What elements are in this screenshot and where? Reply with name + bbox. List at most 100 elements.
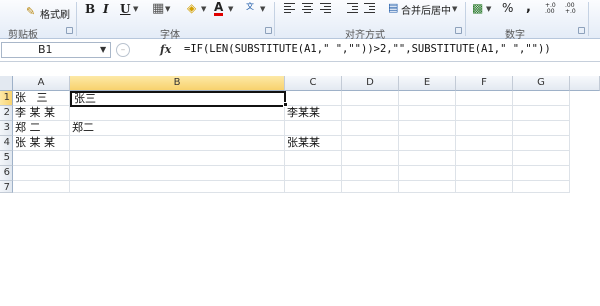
align-right-icon[interactable]: [320, 3, 331, 13]
alignment-launcher-icon[interactable]: [455, 27, 462, 34]
cell-empty[interactable]: [13, 151, 70, 166]
increase-indent-icon[interactable]: [364, 3, 375, 13]
column-header-e[interactable]: E: [399, 76, 456, 91]
fill-color-dropdown-icon[interactable]: ▼: [201, 5, 206, 13]
cell-empty[interactable]: [285, 181, 342, 193]
underline-button[interactable]: U: [120, 2, 130, 16]
cell-empty[interactable]: [13, 181, 70, 193]
cell-empty[interactable]: [342, 181, 399, 193]
format-painter-icon[interactable]: ✎: [26, 5, 35, 18]
align-left-icon[interactable]: [284, 3, 295, 13]
cell-a3[interactable]: 郑 二: [13, 121, 70, 136]
cell-empty[interactable]: [456, 151, 513, 166]
percent-button[interactable]: %: [502, 1, 513, 15]
cell-empty[interactable]: [399, 106, 456, 121]
select-all-corner[interactable]: [0, 76, 13, 91]
insert-function-button[interactable]: fx: [160, 43, 171, 56]
cell-empty[interactable]: [456, 91, 513, 106]
column-header-b[interactable]: B: [70, 76, 285, 91]
borders-dropdown-icon[interactable]: ▼: [165, 5, 170, 13]
phonetic-dropdown-icon[interactable]: ▼: [260, 5, 265, 13]
cell-empty[interactable]: [342, 121, 399, 136]
name-box-dropdown-icon[interactable]: ▼: [100, 45, 106, 54]
row-header-6[interactable]: 6: [0, 166, 13, 181]
cell-c2[interactable]: 李某某: [285, 106, 342, 121]
cell-empty[interactable]: [342, 166, 399, 181]
row-header-1[interactable]: 1: [0, 91, 13, 106]
cell-empty[interactable]: [399, 166, 456, 181]
cell-empty[interactable]: [513, 136, 570, 151]
column-header-d[interactable]: D: [342, 76, 399, 91]
column-header-c[interactable]: C: [285, 76, 342, 91]
cell-empty[interactable]: [285, 151, 342, 166]
cell-empty[interactable]: [456, 136, 513, 151]
cell-empty[interactable]: [513, 181, 570, 193]
cell-empty[interactable]: [399, 121, 456, 136]
bold-button[interactable]: B: [85, 2, 95, 16]
cell-empty[interactable]: [513, 151, 570, 166]
cell-empty[interactable]: [342, 136, 399, 151]
cell-b4[interactable]: [70, 136, 285, 151]
cell-empty[interactable]: [456, 166, 513, 181]
fill-handle[interactable]: [283, 102, 288, 107]
fill-color-icon[interactable]: ◈: [187, 1, 196, 15]
decrease-indent-icon[interactable]: [347, 3, 358, 13]
column-header-a[interactable]: A: [13, 76, 70, 91]
column-header-f[interactable]: F: [456, 76, 513, 91]
formula-bar-options-icon[interactable]: –: [116, 43, 130, 57]
clipboard-launcher-icon[interactable]: [66, 27, 73, 34]
cell-empty[interactable]: [399, 181, 456, 193]
cell-empty[interactable]: [285, 166, 342, 181]
cell-a1[interactable]: 张 三: [13, 91, 70, 106]
cell-empty[interactable]: [342, 106, 399, 121]
align-center-icon[interactable]: [302, 3, 313, 13]
cell-empty[interactable]: [399, 91, 456, 106]
format-painter-button[interactable]: 格式刷: [40, 6, 70, 21]
cell-empty[interactable]: [342, 151, 399, 166]
name-box[interactable]: B1: [1, 42, 111, 58]
cell-b3[interactable]: 郑二: [70, 121, 285, 136]
cell-empty[interactable]: [456, 121, 513, 136]
cell-c1[interactable]: [286, 91, 342, 106]
cell-empty[interactable]: [513, 106, 570, 121]
number-launcher-icon[interactable]: [578, 27, 585, 34]
italic-button[interactable]: I: [103, 2, 109, 16]
cell-c4[interactable]: 张某某: [285, 136, 342, 151]
borders-icon[interactable]: ▦: [152, 1, 164, 16]
cell-empty[interactable]: [70, 181, 285, 193]
cell-empty[interactable]: [399, 136, 456, 151]
formula-input[interactable]: =IF(LEN(SUBSTITUTE(A1," ",""))>2,"",SUBS…: [184, 43, 551, 55]
cell-empty[interactable]: [513, 91, 570, 106]
increase-decimal-button[interactable]: +.0 .00: [545, 3, 561, 15]
font-launcher-icon[interactable]: [265, 27, 272, 34]
cell-a4[interactable]: 张 某 某: [13, 136, 70, 151]
cell-empty[interactable]: [342, 91, 399, 106]
merge-center-button[interactable]: 合并后居中: [401, 2, 451, 17]
column-header-g[interactable]: G: [513, 76, 570, 91]
row-header-4[interactable]: 4: [0, 136, 13, 151]
phonetic-icon[interactable]: 文: [246, 1, 254, 12]
merge-center-dropdown-icon[interactable]: ▼: [452, 5, 457, 13]
decrease-decimal-button[interactable]: .00 +.0: [565, 3, 581, 15]
row-header-5[interactable]: 5: [0, 151, 13, 166]
cell-empty[interactable]: [456, 106, 513, 121]
font-color-icon[interactable]: A: [214, 1, 224, 16]
accounting-format-icon[interactable]: ▩: [472, 1, 483, 15]
cell-b2[interactable]: [70, 106, 285, 121]
cell-a2[interactable]: 李 某 某: [13, 106, 70, 121]
underline-dropdown-icon[interactable]: ▼: [133, 5, 138, 13]
row-header-2[interactable]: 2: [0, 106, 13, 121]
cell-empty[interactable]: [70, 151, 285, 166]
row-header-3[interactable]: 3: [0, 121, 13, 136]
worksheet-grid[interactable]: A B C D E F G 1 2 3 4 5 6 7 张 三 张三 李 某 某…: [0, 76, 600, 196]
cell-empty[interactable]: [399, 151, 456, 166]
cell-empty[interactable]: [513, 121, 570, 136]
cell-b1[interactable]: 张三: [70, 91, 286, 107]
comma-style-button[interactable]: ,: [526, 0, 531, 15]
accounting-dropdown-icon[interactable]: ▼: [486, 5, 491, 13]
row-header-7[interactable]: 7: [0, 181, 13, 193]
cell-empty[interactable]: [456, 181, 513, 193]
font-color-dropdown-icon[interactable]: ▼: [228, 5, 233, 13]
cell-empty[interactable]: [70, 166, 285, 181]
cell-empty[interactable]: [513, 166, 570, 181]
